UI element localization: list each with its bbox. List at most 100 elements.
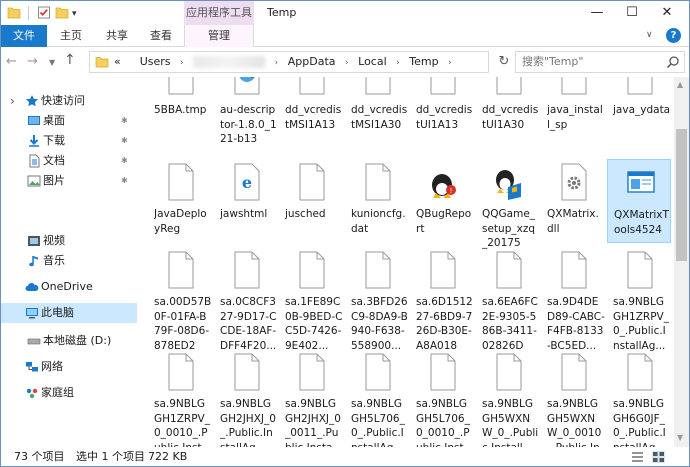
homegroup-icon — [25, 386, 39, 400]
sidebar-item-7[interactable]: 音乐 — [1, 251, 137, 271]
chevron-right-icon[interactable]: › — [448, 53, 452, 73]
folder-icon[interactable] — [7, 6, 21, 19]
file-name: QXMatrix.dll — [547, 208, 599, 235]
file-item[interactable]: 5BBA.tmp — [148, 77, 212, 155]
search-icon[interactable] — [666, 55, 680, 69]
file-item[interactable]: au-descriptor-1.8.0_121-b13 — [214, 77, 278, 155]
recent-locations-icon[interactable]: ▼ — [49, 58, 55, 67]
chevron-down-icon[interactable]: ∨ — [646, 30, 653, 40]
file-item[interactable]: sa.9D4DED89-CABC-F4FB-8133-BC5ED... — [541, 247, 605, 352]
sidebar-item-8[interactable]: OneDrive — [1, 277, 137, 297]
forward-arrow-icon[interactable]: → — [27, 54, 38, 69]
large-icons-view-icon[interactable] — [652, 451, 665, 463]
file-item[interactable]: sa.6EA6FC2E-9305-586B-3411-02826D1... — [476, 247, 540, 352]
pin-icon[interactable]: ✱ — [121, 171, 128, 191]
file-item[interactable]: ! QBugReport — [410, 159, 474, 243]
breadcrumb-temp[interactable]: Temp — [409, 52, 438, 72]
breadcrumb-users[interactable]: Users — [140, 52, 171, 72]
file-item[interactable]: sa.0C8CF327-9D17-CCDE-18AF-DFF4F20... — [214, 247, 278, 352]
file-item[interactable]: sa.6D151227-6BD9-726D-B30E-A8A018D... — [410, 247, 474, 352]
search-box[interactable]: 搜索"Temp" — [515, 51, 685, 73]
help-icon[interactable]: ? — [666, 28, 681, 43]
file-item[interactable]: e jawshtml — [214, 159, 278, 243]
file-item[interactable]: java_install_sp — [541, 77, 605, 155]
close-button[interactable]: ✕ — [649, 1, 685, 25]
file-name: sa.1FE89C0B-9BED-CC5D-7426-9E402... — [285, 296, 343, 352]
expand-chevron-icon[interactable]: › — [10, 91, 15, 111]
pin-icon[interactable]: ✱ — [121, 151, 128, 171]
file-item[interactable]: sa.9NBLGGH5WXNW_0_.Public.Install... — [476, 349, 540, 447]
refresh-icon[interactable]: ↻ — [495, 52, 513, 72]
vertical-scrollbar[interactable]: ▲ ▼ — [674, 77, 689, 447]
chevron-right-icon[interactable]: › — [396, 53, 400, 73]
file-item[interactable]: jusched — [279, 159, 343, 243]
sidebar-item-9[interactable]: 此电脑 — [1, 303, 137, 323]
document-icon — [27, 154, 41, 168]
scroll-thumb[interactable] — [676, 129, 687, 261]
sidebar-item-4[interactable]: 文档 ✱ — [1, 151, 137, 171]
file-item[interactable]: sa.9NBLGGH5WXNW_0_0010_.Public.Insta... — [541, 349, 605, 447]
back-arrow-icon[interactable]: ← — [6, 54, 17, 69]
chevron-right-icon[interactable]: › — [180, 53, 184, 73]
tab-file[interactable]: 文件 — [1, 25, 47, 47]
file-item[interactable]: QXMatrixTools4524 — [607, 159, 671, 243]
file-name: java_ydata — [613, 104, 671, 116]
minimize-button[interactable]: — — [579, 1, 615, 25]
breadcrumb: « Users › › AppData › Local › Temp › — [114, 52, 458, 73]
scroll-down-icon[interactable]: ▼ — [677, 433, 683, 442]
file-item[interactable]: dd_vcredistMSI1A30 — [345, 77, 409, 155]
sidebar-item-2[interactable]: 桌面 ✱ — [1, 111, 137, 131]
sidebar-item-6[interactable]: 视频 — [1, 231, 137, 251]
sidebar-item-3[interactable]: 下载 ✱ — [1, 131, 137, 151]
file-item[interactable]: sa.00D57B0F-01FA-B79F-08D6-878ED20... — [148, 247, 212, 352]
file-item[interactable]: QQGame_setup_xzq_20175 — [476, 159, 540, 249]
video-icon — [27, 234, 41, 248]
tab-view[interactable]: 查看 — [141, 25, 181, 47]
tab-home[interactable]: 主页 — [49, 25, 93, 47]
up-arrow-icon[interactable]: ↑ — [64, 52, 76, 68]
file-item[interactable]: sa.1FE89C0B-9BED-CC5D-7426-9E402... — [279, 247, 343, 352]
pin-icon[interactable]: ✱ — [121, 131, 128, 151]
file-item[interactable]: sa.9NBLGGH2JHXJ_0_.Public.InstallAg... — [214, 349, 278, 447]
file-item[interactable]: sa.9NBLGGH1ZRPV_0_0010_.Public.Insta... — [148, 349, 212, 447]
tab-share[interactable]: 共享 — [97, 25, 137, 47]
file-item[interactable]: kunioncfg.dat — [345, 159, 409, 243]
sidebar-item-5[interactable]: 图片 ✱ — [1, 171, 137, 191]
breadcrumb-appdata[interactable]: AppData — [288, 52, 336, 72]
file-item[interactable]: JavaDeployReg — [148, 159, 212, 243]
sidebar-item-1[interactable]: › 快速访问 — [1, 91, 137, 111]
customize-toolbar-icon[interactable]: ▾ — [72, 9, 86, 22]
file-item[interactable]: dd_vcredistUI1A30 — [476, 77, 540, 155]
file-item[interactable]: sa.9NBLGGH5L706_0_.Public.InstallAg... — [345, 349, 409, 447]
file-name: sa.9NBLGGH2JHXJ_0_0011_.Public.Insta... — [285, 398, 342, 447]
sidebar-item-12[interactable]: 家庭组 — [1, 383, 137, 403]
details-view-icon[interactable] — [631, 451, 644, 463]
file-name: sa.9NBLGGH1ZRPV_0_0010_.Public.Insta... — [154, 398, 210, 447]
breadcrumb-overflow[interactable]: « — [114, 52, 121, 72]
file-item[interactable]: java_ydata — [607, 77, 671, 155]
file-item[interactable]: sa.9NBLGGH5L706_0_0010_.Public.Insta... — [410, 349, 474, 447]
properties-icon[interactable] — [37, 6, 51, 19]
file-icon — [496, 353, 522, 391]
pin-icon[interactable]: ✱ — [121, 111, 128, 131]
address-bar[interactable]: « Users › › AppData › Local › Temp › ∨ — [89, 51, 569, 73]
chevron-right-icon[interactable]: › — [275, 53, 279, 73]
new-folder-icon[interactable] — [55, 6, 69, 19]
file-item[interactable]: dd_vcredistMSI1A13 — [279, 77, 343, 155]
file-item[interactable]: sa.9NBLGGH2JHXJ_0_0011_.Public.Insta... — [279, 349, 343, 447]
scroll-up-icon[interactable]: ▲ — [677, 80, 683, 89]
sidebar-item-label: 音乐 — [43, 254, 65, 267]
file-item[interactable]: sa.9NBLGGH1ZRPV_0_.Public.InstallAg... — [607, 247, 671, 352]
file-item[interactable]: sa.3BFD26C9-8DA9-B940-F638-558900... — [345, 247, 409, 352]
maximize-button[interactable]: ☐ — [614, 1, 650, 25]
chevron-right-icon[interactable]: › — [345, 53, 349, 73]
file-item[interactable]: sa.9NBLGGH6G0JF_0_.Public.InstallAg... — [607, 349, 671, 447]
sidebar-item-10[interactable]: 本地磁盘 (D:) — [1, 331, 137, 351]
tab-manage[interactable]: 管理 — [184, 25, 254, 47]
breadcrumb-local[interactable]: Local — [358, 52, 387, 72]
file-name: dd_vcredistUI1A30 — [482, 104, 539, 131]
file-item[interactable]: dd_vcredistUI1A13 — [410, 77, 474, 155]
sidebar-item-label: 桌面 — [43, 114, 65, 127]
sidebar-item-11[interactable]: 网络 — [1, 357, 137, 377]
file-item[interactable]: QXMatrix.dll — [541, 159, 605, 243]
